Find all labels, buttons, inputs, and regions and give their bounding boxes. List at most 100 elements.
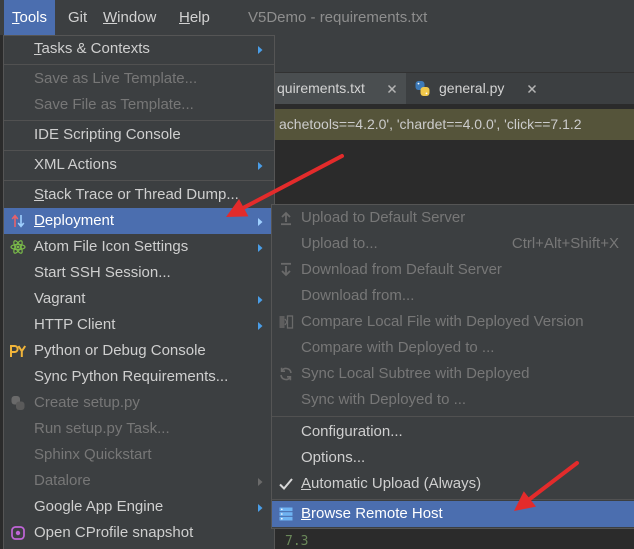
menu-item-label: Configuration...	[301, 423, 403, 440]
notification-text: achetools==4.2.0', 'chardet==4.0.0', 'cl…	[279, 116, 582, 132]
sync-icon	[278, 366, 294, 382]
tab-requirements[interactable]: quirements.txt	[275, 73, 406, 104]
deploy-item-download-from[interactable]: Download from...	[272, 283, 634, 309]
menu-item-label: Upload to Default Server	[301, 209, 466, 226]
deploy-item-sync-local-subtree[interactable]: Sync Local Subtree with Deployed	[272, 361, 634, 387]
menu-item-label: Vagrant	[34, 290, 86, 307]
menu-item-label: Datalore	[34, 472, 91, 489]
python-icon	[10, 395, 26, 411]
menubar-tools-label: Tools	[12, 9, 48, 26]
tools-item-stack-trace[interactable]: Stack Trace or Thread Dump...	[4, 182, 274, 208]
tools-item-sphinx-quickstart[interactable]: Sphinx Quickstart	[4, 442, 274, 468]
tools-item-save-live-template[interactable]: Save as Live Template...	[4, 66, 274, 92]
menubar-help[interactable]: Help	[171, 0, 218, 35]
deploy-item-options[interactable]: Options...	[272, 445, 634, 471]
menu-item-label: Tasks & Contexts	[34, 40, 150, 57]
submenu-arrow-icon	[255, 215, 265, 227]
menu-item-label: Save as Live Template...	[34, 70, 198, 87]
submenu-arrow-icon	[255, 475, 265, 487]
menu-item-label: Atom File Icon Settings	[34, 238, 189, 255]
menu-item-label: XML Actions	[34, 156, 117, 173]
menu-item-label: Start SSH Session...	[34, 264, 171, 281]
tools-item-datalore[interactable]: Datalore	[4, 468, 274, 494]
checkmark-icon	[278, 476, 294, 492]
menu-item-label: HTTP Client	[34, 316, 116, 333]
tools-item-tasks-contexts[interactable]: Tasks & Contexts	[4, 36, 274, 62]
upload-icon	[278, 210, 294, 226]
menubar-window-label: Window	[103, 9, 157, 26]
menu-item-label: Sphinx Quickstart	[34, 446, 152, 463]
menu-item-label: Upload to...	[301, 235, 378, 252]
menu-item-label: Automatic Upload (Always)	[301, 475, 482, 492]
deploy-item-configuration[interactable]: Configuration...	[272, 419, 634, 445]
tools-item-create-setup-py[interactable]: Create setup.py	[4, 390, 274, 416]
submenu-arrow-icon	[255, 159, 265, 171]
menu-item-label: Options...	[301, 449, 366, 466]
deployment-submenu: Upload to Default Server Upload to... Ct…	[271, 204, 634, 529]
menu-item-label: Python or Debug Console	[34, 342, 206, 359]
atom-icon	[10, 239, 26, 255]
download-icon	[278, 262, 294, 278]
menu-item-label: Google App Engine	[34, 498, 164, 515]
tools-item-vagrant[interactable]: Vagrant	[4, 286, 274, 312]
python-console-icon	[9, 343, 27, 359]
menubar-git-label: Git	[68, 9, 88, 26]
tools-item-start-ssh-session[interactable]: Start SSH Session...	[4, 260, 274, 286]
deploy-item-browse-remote-host[interactable]: Browse Remote Host	[272, 501, 634, 527]
tools-item-ide-scripting-console[interactable]: IDE Scripting Console	[4, 122, 274, 148]
tools-item-google-app-engine[interactable]: Google App Engine	[4, 494, 274, 520]
menubar-window[interactable]: Window	[95, 0, 164, 35]
tools-item-python-debug-console[interactable]: Python or Debug Console	[4, 338, 274, 364]
menu-item-label: Browse Remote Host	[301, 505, 443, 522]
tools-item-deployment[interactable]: Deployment	[4, 208, 274, 234]
tools-item-run-setup-py-task[interactable]: Run setup.py Task...	[4, 416, 274, 442]
deploy-item-sync-with[interactable]: Sync with Deployed to ...	[272, 387, 634, 413]
editor-notification-bar: achetools==4.2.0', 'chardet==4.0.0', 'cl…	[275, 109, 634, 140]
deploy-item-upload-default[interactable]: Upload to Default Server	[272, 205, 634, 231]
menu-item-label: Run setup.py Task...	[34, 420, 170, 437]
tools-item-atom-file-icon-settings[interactable]: Atom File Icon Settings	[4, 234, 274, 260]
deploy-item-compare-local[interactable]: Compare Local File with Deployed Version	[272, 309, 634, 335]
tools-menu: Tasks & Contexts Save as Live Template..…	[3, 35, 275, 549]
tools-item-http-client[interactable]: HTTP Client	[4, 312, 274, 338]
deploy-item-upload-to[interactable]: Upload to... Ctrl+Alt+Shift+X	[272, 231, 634, 257]
submenu-arrow-icon	[255, 241, 265, 253]
tab-general-py-label: general.py	[439, 80, 505, 96]
menu-item-label: Create setup.py	[34, 394, 140, 411]
tab-general-py[interactable]: general.py	[406, 73, 546, 104]
tools-item-open-cprofile-snapshot[interactable]: Open CProfile snapshot	[4, 520, 274, 546]
menu-bar: Tools Git Window Help V5Demo - requireme…	[0, 0, 634, 35]
navigation-bar	[275, 35, 634, 72]
menu-item-label: Sync with Deployed to ...	[301, 391, 467, 408]
menu-item-label: Save File as Template...	[34, 96, 194, 113]
deploy-item-automatic-upload[interactable]: Automatic Upload (Always)	[272, 471, 634, 497]
menu-item-label: IDE Scripting Console	[34, 126, 181, 143]
menu-item-label: Stack Trace or Thread Dump...	[34, 186, 239, 203]
menu-item-label: Download from...	[301, 287, 415, 304]
menu-item-label: Compare with Deployed to ...	[301, 339, 495, 356]
tab-requirements-label: quirements.txt	[277, 80, 365, 96]
editor-tab-row: quirements.txt general.py	[275, 72, 634, 104]
tools-item-save-file-template[interactable]: Save File as Template...	[4, 92, 274, 118]
menubar-git[interactable]: Git	[60, 0, 95, 35]
menu-item-label: Download from Default Server	[301, 261, 502, 278]
menu-item-label: Open CProfile snapshot	[34, 524, 194, 541]
window-title: V5Demo - requirements.txt	[248, 9, 428, 26]
menu-item-label: Compare Local File with Deployed Version	[301, 313, 584, 330]
deploy-item-compare-with[interactable]: Compare with Deployed to ...	[272, 335, 634, 361]
menu-item-label: Sync Python Requirements...	[34, 368, 229, 385]
cprofile-icon	[10, 525, 26, 541]
menu-item-label: Deployment	[34, 212, 115, 229]
submenu-arrow-icon	[255, 501, 265, 513]
close-icon[interactable]	[387, 84, 397, 94]
python-file-icon	[414, 80, 431, 97]
menubar-help-label: Help	[179, 9, 210, 26]
deploy-item-download-default[interactable]: Download from Default Server	[272, 257, 634, 283]
server-icon	[278, 506, 294, 522]
deployment-icon	[10, 213, 26, 229]
code-text: 7.3	[285, 534, 309, 549]
tools-item-xml-actions[interactable]: XML Actions	[4, 152, 274, 178]
close-icon[interactable]	[527, 84, 537, 94]
menubar-tools[interactable]: Tools	[4, 0, 56, 35]
tools-item-sync-python-requirements[interactable]: Sync Python Requirements...	[4, 364, 274, 390]
